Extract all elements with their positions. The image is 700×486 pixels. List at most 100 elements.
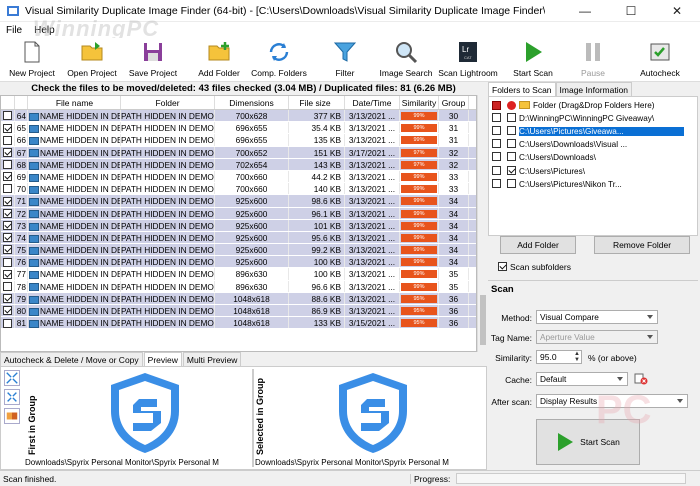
- row-check-box[interactable]: [3, 318, 12, 328]
- row-checkbox[interactable]: [1, 292, 15, 304]
- row-checkbox[interactable]: [1, 134, 15, 146]
- scrollbar-thumb[interactable]: [480, 295, 486, 345]
- row-check-box[interactable]: [3, 281, 12, 291]
- remove-folder-button[interactable]: Remove Folder: [594, 236, 690, 254]
- row-checkbox[interactable]: [1, 317, 15, 329]
- exclude-checkbox[interactable]: [504, 152, 519, 162]
- fit-view-icon[interactable]: [4, 370, 20, 386]
- tab-image-information[interactable]: Image Information: [555, 82, 633, 96]
- folder-item[interactable]: C:\Users\Pictures\: [489, 165, 699, 177]
- row-checkbox[interactable]: [1, 256, 15, 268]
- scan-subfolders-checkbox[interactable]: [498, 261, 507, 271]
- row-checkbox[interactable]: [1, 158, 15, 170]
- add-folder-panel-button[interactable]: Add Folder: [500, 236, 576, 254]
- exclude-checkbox[interactable]: [504, 139, 519, 149]
- row-checkbox[interactable]: [1, 110, 15, 122]
- table-row[interactable]: 70 NAME HIDDEN IN DEM PATH HIDDEN IN DEMO 7…: [1, 183, 476, 196]
- row-check-box[interactable]: [3, 135, 12, 145]
- tab-folders-to-scan[interactable]: Folders to Scan: [488, 82, 556, 96]
- folder-item[interactable]: C:\Users\Downloads\: [489, 152, 699, 164]
- row-checkbox[interactable]: [1, 207, 15, 219]
- table-row[interactable]: 77 NAME HIDDEN IN DEM PATH HIDDEN IN DEMO 8…: [1, 268, 476, 281]
- table-row[interactable]: 68 NAME HIDDEN IN DEM PATH HIDDEN IN DEMO 7…: [1, 158, 476, 171]
- table-row[interactable]: 66 NAME HIDDEN IN DEM PATH HIDDEN IN DEMO 6…: [1, 134, 476, 147]
- scan-subfolders-option[interactable]: Scan subfolders: [498, 261, 571, 272]
- row-check-box[interactable]: [3, 221, 12, 230]
- spin-arrows-icon[interactable]: ▲ ▼: [574, 351, 580, 363]
- row-check-box[interactable]: [3, 257, 12, 267]
- row-checkbox[interactable]: [1, 305, 15, 317]
- row-check-box[interactable]: [3, 123, 12, 133]
- col-similarity[interactable]: Similarity: [400, 96, 439, 109]
- row-check-box[interactable]: [3, 245, 12, 255]
- maximize-button[interactable]: ☐: [608, 0, 654, 22]
- table-row[interactable]: 64 NAME HIDDEN IN DEM PATH HIDDEN IN DEMO 7…: [1, 110, 476, 123]
- table-row[interactable]: 75 NAME HIDDEN IN DEM PATH HIDDEN IN DEMO 9…: [1, 244, 476, 257]
- row-check-box[interactable]: [3, 184, 12, 194]
- compare-folders-button[interactable]: Comp. Folders: [251, 40, 307, 80]
- row-checkbox[interactable]: [1, 183, 15, 195]
- include-checkbox[interactable]: [489, 178, 504, 189]
- row-check-box[interactable]: [3, 147, 12, 157]
- col-group[interactable]: Group: [439, 96, 469, 109]
- folder-item[interactable]: C:\Users\Downloads\Visual ...: [489, 139, 699, 151]
- zoom-icon[interactable]: [4, 389, 20, 405]
- table-row[interactable]: 65 NAME HIDDEN IN DEM PATH HIDDEN IN DEMO 6…: [1, 122, 476, 135]
- tab-preview[interactable]: Preview: [143, 352, 182, 366]
- folders-header[interactable]: Folder (Drag&Drop Folders Here): [489, 99, 699, 111]
- cache-select[interactable]: Default: [536, 372, 628, 386]
- folder-item[interactable]: D:\WinningPC\WinningPC Giveaway\: [489, 112, 699, 124]
- add-folder-button[interactable]: Add Folder: [197, 40, 241, 80]
- row-check-box[interactable]: [3, 294, 12, 304]
- save-project-button[interactable]: Save Project: [128, 40, 178, 80]
- table-row[interactable]: 73 NAME HIDDEN IN DEM PATH HIDDEN IN DEMO 9…: [1, 219, 476, 232]
- row-check-box[interactable]: [3, 196, 12, 206]
- image-search-button[interactable]: Image Search: [379, 40, 433, 80]
- menu-file[interactable]: File: [0, 25, 28, 36]
- tab-multi-preview[interactable]: Multi Preview: [182, 352, 242, 366]
- tag-name-select[interactable]: Aperture Value: [536, 330, 658, 344]
- grid-scrollbar[interactable]: [477, 95, 487, 352]
- include-checkbox[interactable]: [489, 126, 504, 136]
- row-checkbox[interactable]: [1, 280, 15, 292]
- col-check[interactable]: [1, 96, 15, 109]
- folder-item[interactable]: C:\Users\Pictures\Giveawa...: [489, 125, 699, 137]
- start-scan-toolbar-button[interactable]: Start Scan: [510, 40, 556, 80]
- tab-autocheck-delete[interactable]: Autocheck & Delete / Move or Copy: [0, 352, 143, 366]
- minimize-button[interactable]: —: [562, 0, 608, 22]
- pause-button[interactable]: Pause: [574, 40, 612, 80]
- table-row[interactable]: 80 NAME HIDDEN IN DEM PATH HIDDEN IN DEMO 1…: [1, 305, 476, 318]
- close-button[interactable]: ✕: [654, 0, 700, 22]
- scan-lightroom-button[interactable]: Lr CAT Scan Lightroom: [438, 40, 498, 80]
- folder-item[interactable]: C:\Users\Pictures\Nikon Tr...: [489, 178, 699, 190]
- row-check-box[interactable]: [3, 208, 12, 218]
- filter-button[interactable]: Filter: [330, 40, 360, 80]
- table-row[interactable]: 74 NAME HIDDEN IN DEM PATH HIDDEN IN DEMO 9…: [1, 231, 476, 245]
- table-row[interactable]: 71 NAME HIDDEN IN DEM PATH HIDDEN IN DEMO 9…: [1, 195, 476, 208]
- row-check-box[interactable]: [3, 269, 12, 279]
- row-check-box[interactable]: [3, 160, 12, 170]
- new-project-button[interactable]: New Project: [8, 40, 56, 80]
- table-row[interactable]: 72 NAME HIDDEN IN DEM PATH HIDDEN IN DEMO 9…: [1, 207, 476, 220]
- row-checkbox[interactable]: [1, 195, 15, 207]
- col-file-name[interactable]: File name: [28, 96, 121, 109]
- table-row[interactable]: 81 NAME HIDDEN IN DEM PATH HIDDEN IN DEMO 1…: [1, 317, 476, 330]
- selected-image-shield[interactable]: [337, 371, 409, 455]
- method-select[interactable]: Visual Compare: [536, 310, 658, 324]
- row-checkbox[interactable]: [1, 219, 15, 231]
- row-checkbox[interactable]: [1, 170, 15, 183]
- exclude-checkbox[interactable]: [504, 165, 519, 175]
- compare-icon[interactable]: [4, 408, 20, 424]
- first-image-shield[interactable]: [109, 371, 181, 455]
- col-folder[interactable]: Folder: [121, 96, 215, 109]
- include-header-icon[interactable]: [489, 100, 504, 110]
- table-row[interactable]: 78 NAME HIDDEN IN DEM PATH HIDDEN IN DEMO 8…: [1, 280, 476, 293]
- col-index[interactable]: [15, 96, 28, 109]
- include-checkbox[interactable]: [489, 112, 504, 123]
- table-row[interactable]: 76 NAME HIDDEN IN DEM PATH HIDDEN IN DEMO 9…: [1, 256, 476, 269]
- row-check-box[interactable]: [3, 111, 12, 121]
- preview-divider[interactable]: [252, 369, 254, 467]
- exclude-checkbox[interactable]: [504, 178, 519, 189]
- row-check-box[interactable]: [3, 306, 12, 316]
- row-checkbox[interactable]: [1, 244, 15, 256]
